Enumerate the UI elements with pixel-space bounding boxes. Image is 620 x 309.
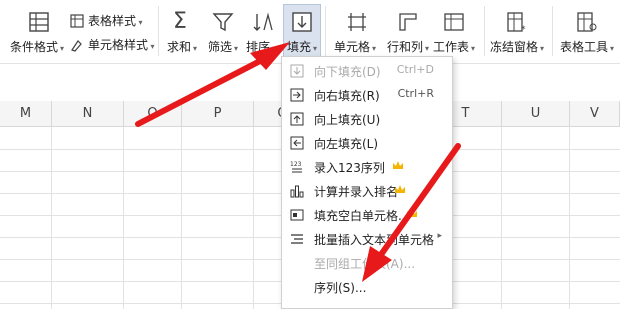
column-header-n[interactable]: N bbox=[52, 101, 124, 127]
table-tools-label: 表格工具 bbox=[560, 40, 609, 54]
fill-left-icon bbox=[290, 136, 304, 150]
table-tools-button[interactable]: 表格工具 ▾ bbox=[556, 0, 618, 60]
ribbon-divider bbox=[325, 6, 326, 56]
menu-item-label: 填充空白单元格... bbox=[314, 209, 410, 223]
worksheet-icon bbox=[444, 13, 464, 31]
filter-icon bbox=[212, 13, 234, 32]
cell-style-label: 单元格样式 bbox=[88, 38, 149, 52]
cell-label: 单元格 bbox=[334, 40, 371, 54]
menu-item-label: 录入123序列 bbox=[314, 161, 385, 175]
column-header-p[interactable]: P bbox=[182, 101, 254, 127]
sort-label: 排序 bbox=[246, 40, 271, 54]
menu-item-fill-up[interactable]: 向上填充(U) bbox=[282, 107, 452, 131]
freeze-panes-button[interactable]: * 冻结窗格 ▾ bbox=[488, 0, 548, 60]
fill-down-icon bbox=[292, 12, 312, 32]
menu-item-rank[interactable]: 计算并录入排名 bbox=[282, 179, 452, 203]
submenu-arrow-icon: ▸ bbox=[437, 231, 442, 241]
sort-button[interactable]: 排序 ▾ bbox=[246, 0, 282, 60]
conditional-format-label: 条件格式 bbox=[10, 40, 59, 54]
freeze-panes-icon: * bbox=[507, 12, 526, 33]
fill-down-icon bbox=[290, 64, 304, 78]
ribbon-divider bbox=[158, 6, 159, 56]
row-col-icon bbox=[399, 13, 417, 31]
fill-right-icon bbox=[290, 88, 304, 102]
svg-text:*: * bbox=[521, 25, 526, 33]
filter-label: 筛选 bbox=[208, 40, 233, 54]
rank-icon bbox=[290, 185, 304, 198]
menu-item-label: 向右填充(R) bbox=[314, 89, 380, 103]
menu-item-series[interactable]: 序列(S)... bbox=[282, 275, 452, 299]
crown-icon bbox=[393, 161, 403, 169]
conditional-format-icon bbox=[29, 12, 49, 32]
menu-item-fill-right[interactable]: 向右填充(R) Ctrl+R bbox=[282, 83, 452, 107]
sigma-icon: Σ bbox=[173, 9, 187, 34]
menu-item-fill-down[interactable]: 向下填充(D) Ctrl+D bbox=[282, 59, 452, 83]
menu-item-shortcut: Ctrl+R bbox=[397, 87, 434, 100]
crown-icon bbox=[395, 185, 405, 193]
menu-item-label: 向下填充(D) bbox=[314, 65, 381, 79]
menu-item-label: 批量插入文本到单元格 bbox=[314, 233, 435, 247]
sum-button[interactable]: Σ 求和 ▾ bbox=[165, 0, 203, 60]
table-style-label: 表格样式 bbox=[88, 14, 137, 28]
row-col-label: 行和列 bbox=[387, 40, 424, 54]
menu-item-label: 向上填充(U) bbox=[314, 113, 381, 127]
ribbon-divider bbox=[552, 6, 553, 56]
sum-label: 求和 bbox=[167, 40, 192, 54]
column-header-o[interactable]: O bbox=[124, 101, 182, 127]
svg-text:123: 123 bbox=[290, 161, 302, 168]
column-header-u[interactable]: U bbox=[502, 101, 570, 127]
menu-item-label: 序列(S)... bbox=[314, 281, 367, 295]
ribbon-divider bbox=[484, 6, 485, 56]
table-style-button[interactable]: 表格样式 ▾ bbox=[70, 12, 143, 30]
cell-style-icon bbox=[71, 40, 82, 52]
crown-icon bbox=[407, 209, 417, 217]
menu-item-shortcut: Ctrl+D bbox=[396, 63, 434, 76]
menu-item-fill-blank[interactable]: 填充空白单元格... bbox=[282, 203, 452, 227]
fill-button[interactable]: 填充 ▾ bbox=[283, 0, 321, 60]
fill-up-icon bbox=[290, 112, 304, 126]
freeze-panes-label: 冻结窗格 bbox=[490, 40, 539, 54]
menu-item-to-group-sheets[interactable]: 至同组工作表(A)... bbox=[282, 251, 452, 275]
menu-item-fill-left[interactable]: 向左填充(L) bbox=[282, 131, 452, 155]
menu-item-batch-insert[interactable]: 批量插入文本到单元格 ▸ bbox=[282, 227, 452, 251]
filter-button[interactable]: 筛选 ▾ bbox=[206, 0, 244, 60]
fill-label: 填充 bbox=[287, 40, 312, 54]
sort-icon bbox=[253, 12, 273, 31]
cell-icon bbox=[348, 13, 366, 31]
menu-item-label: 计算并录入排名 bbox=[314, 185, 399, 199]
sequence-123-icon: 123 bbox=[290, 161, 302, 173]
worksheet-button[interactable]: 工作表 ▾ bbox=[433, 0, 479, 60]
batch-insert-icon bbox=[291, 234, 303, 244]
menu-item-label: 至同组工作表(A)... bbox=[314, 257, 416, 271]
fill-dropdown-menu: 向下填充(D) Ctrl+D 向右填充(R) Ctrl+R 向上填充(U) 向左… bbox=[281, 56, 453, 309]
ribbon-toolbar: 条件格式 ▾ 表格样式 ▾ 单元格样式 ▾ Σ 求和 ▾ 筛选 ▾ 排序 ▾ 填… bbox=[0, 0, 620, 64]
table-style-icon bbox=[70, 14, 84, 28]
menu-item-label: 向左填充(L) bbox=[314, 137, 379, 151]
worksheet-label: 工作表 bbox=[433, 40, 470, 54]
column-header-m[interactable]: M bbox=[0, 101, 52, 127]
menu-item-enter-sequence[interactable]: 123 录入123序列 bbox=[282, 155, 452, 179]
cell-style-button[interactable]: 单元格样式 ▾ bbox=[70, 36, 155, 54]
cell-button[interactable]: 单元格 ▾ bbox=[332, 0, 386, 60]
row-col-button[interactable]: 行和列 ▾ bbox=[387, 0, 433, 60]
column-header-v[interactable]: V bbox=[570, 101, 620, 127]
fill-blank-icon bbox=[290, 209, 304, 221]
conditional-format-button[interactable]: 条件格式 ▾ bbox=[8, 0, 68, 60]
table-tools-icon bbox=[577, 12, 597, 32]
